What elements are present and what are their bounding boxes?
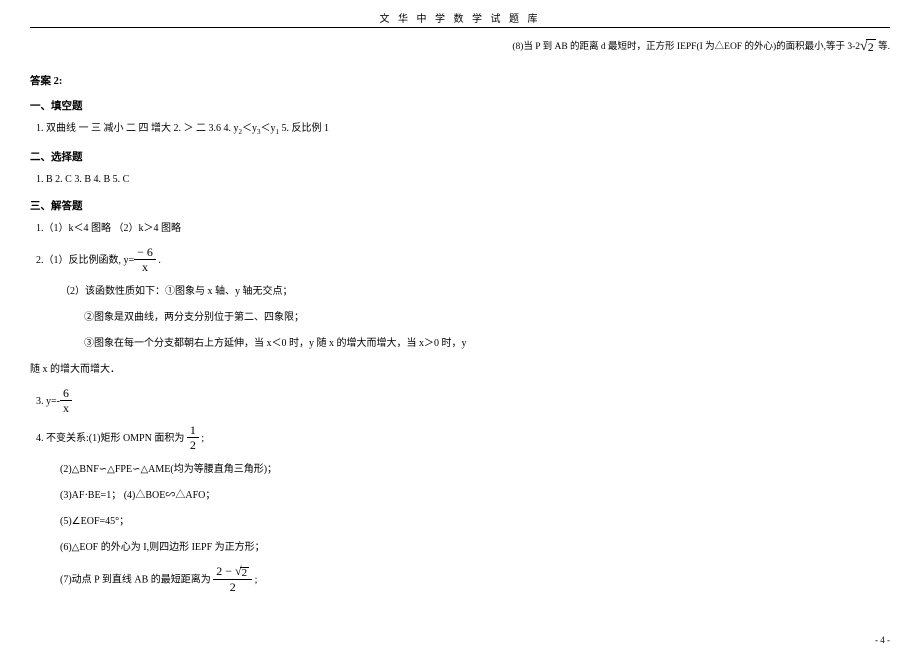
- solve-2-1: 2.（1）反比例函数, y=− 6x .: [36, 247, 890, 274]
- page: 文 华 中 学 数 学 试 题 库 (8)当 P 到 AB 的距离 d 最短时，…: [0, 0, 920, 651]
- sqrt-radicand: 2: [240, 567, 250, 579]
- page-footer: - 4 -: [875, 635, 890, 645]
- fill-1a: 1. 双曲线 一 三 减小 二 四 增大 2. ＞ 二 3.6 4. y: [36, 123, 239, 134]
- solve-1: 1.（1）k＜4 图略 （2）k＞4 图略: [36, 221, 890, 237]
- frac-den: x: [134, 260, 156, 273]
- solve-2-2d: 随 x 的增大而增大．: [30, 362, 890, 378]
- section-solve-title: 三、解答题: [30, 198, 890, 213]
- sqrt-radicand: 2: [866, 39, 876, 55]
- fill-1b: ＜y: [242, 123, 257, 134]
- top-note: (8)当 P 到 AB 的距离 d 最短时，正方形 IEPF(I 为△EOF 的…: [30, 34, 890, 63]
- solve-4-2: (2)△BNF∽△FPE∽△AME(均为等腰直角三角形)；: [60, 462, 890, 478]
- solve-4-3: (3)AF·BE=1； (4)△BOE∽△AFO；: [60, 488, 890, 504]
- sqrt-icon: √2: [860, 38, 876, 55]
- sqrt-icon: √2: [235, 565, 249, 578]
- solve-2-2a: （2）该函数性质如下：①图象与 x 轴、y 轴无交点；: [60, 284, 890, 300]
- frac-num: 6: [60, 387, 72, 401]
- solve-3: 3. y=-6x: [36, 388, 890, 415]
- fraction: 6x: [60, 387, 72, 414]
- solve-2-2b: ②图象是双曲线，两分支分别位于第二、四象限；: [84, 310, 890, 326]
- solve-4-6: (6)△EOF 的外心为 I,则四边形 IEPF 为正方形；: [60, 540, 890, 556]
- fill-line-1: 1. 双曲线 一 三 减小 二 四 增大 2. ＞ 二 3.6 4. y2＜y3…: [36, 121, 890, 138]
- solve-2-1a: 2.（1）反比例函数, y=: [36, 254, 134, 265]
- solve-4-1b: ;: [199, 432, 204, 443]
- frac-den: 2: [213, 580, 252, 593]
- answer-label: 答案 2:: [30, 73, 890, 88]
- fill-1d: 5. 反比例 1: [279, 123, 329, 134]
- top-note-prefix: (8)当 P 到 AB 的距离 d 最短时，正方形 IEPF(I 为△EOF 的…: [512, 42, 860, 52]
- section-fill-title: 一、填空题: [30, 98, 890, 113]
- solve-4-5: (5)∠EOF=45°；: [60, 514, 890, 530]
- frac-num: 1: [187, 424, 199, 438]
- fraction: 12: [187, 424, 199, 451]
- fraction: − 6x: [134, 246, 156, 273]
- solve-2-2c: ③图象在每一个分支都朝右上方延伸，当 x＜0 时，y 随 x 的增大而增大，当 …: [84, 336, 890, 352]
- footer-page: - 4 -: [875, 635, 890, 645]
- choice-line: 1. B 2. C 3. B 4. B 5. C: [36, 172, 890, 188]
- page-title: 文 华 中 学 数 学 试 题 库: [30, 10, 890, 27]
- frac-den: x: [60, 401, 72, 414]
- solve-2-1b: .: [156, 254, 161, 265]
- frac-num: − 6: [134, 246, 156, 260]
- solve-3a: 3. y=-: [36, 395, 60, 406]
- fill-1c: ＜y: [261, 123, 276, 134]
- frac-num: 2 − √2: [213, 565, 252, 581]
- section-choice-title: 二、选择题: [30, 149, 890, 164]
- solve-4-7a: (7)动点 P 到直线 AB 的最短距离为: [60, 574, 211, 585]
- solve-4-7: (7)动点 P 到直线 AB 的最短距离为 2 − √2 2 ;: [60, 566, 890, 595]
- frac-num-a: 2 −: [216, 564, 235, 578]
- solve-4-1: 4. 不变关系:(1)矩形 OMPN 面积为 12 ;: [36, 425, 890, 452]
- fraction: 2 − √2 2: [213, 565, 252, 594]
- header-rule: [30, 27, 890, 28]
- solve-4-7b: ;: [252, 574, 257, 585]
- solve-4-1a: 4. 不变关系:(1)矩形 OMPN 面积为: [36, 432, 184, 443]
- top-note-suffix: 等.: [876, 42, 890, 52]
- frac-den: 2: [187, 438, 199, 451]
